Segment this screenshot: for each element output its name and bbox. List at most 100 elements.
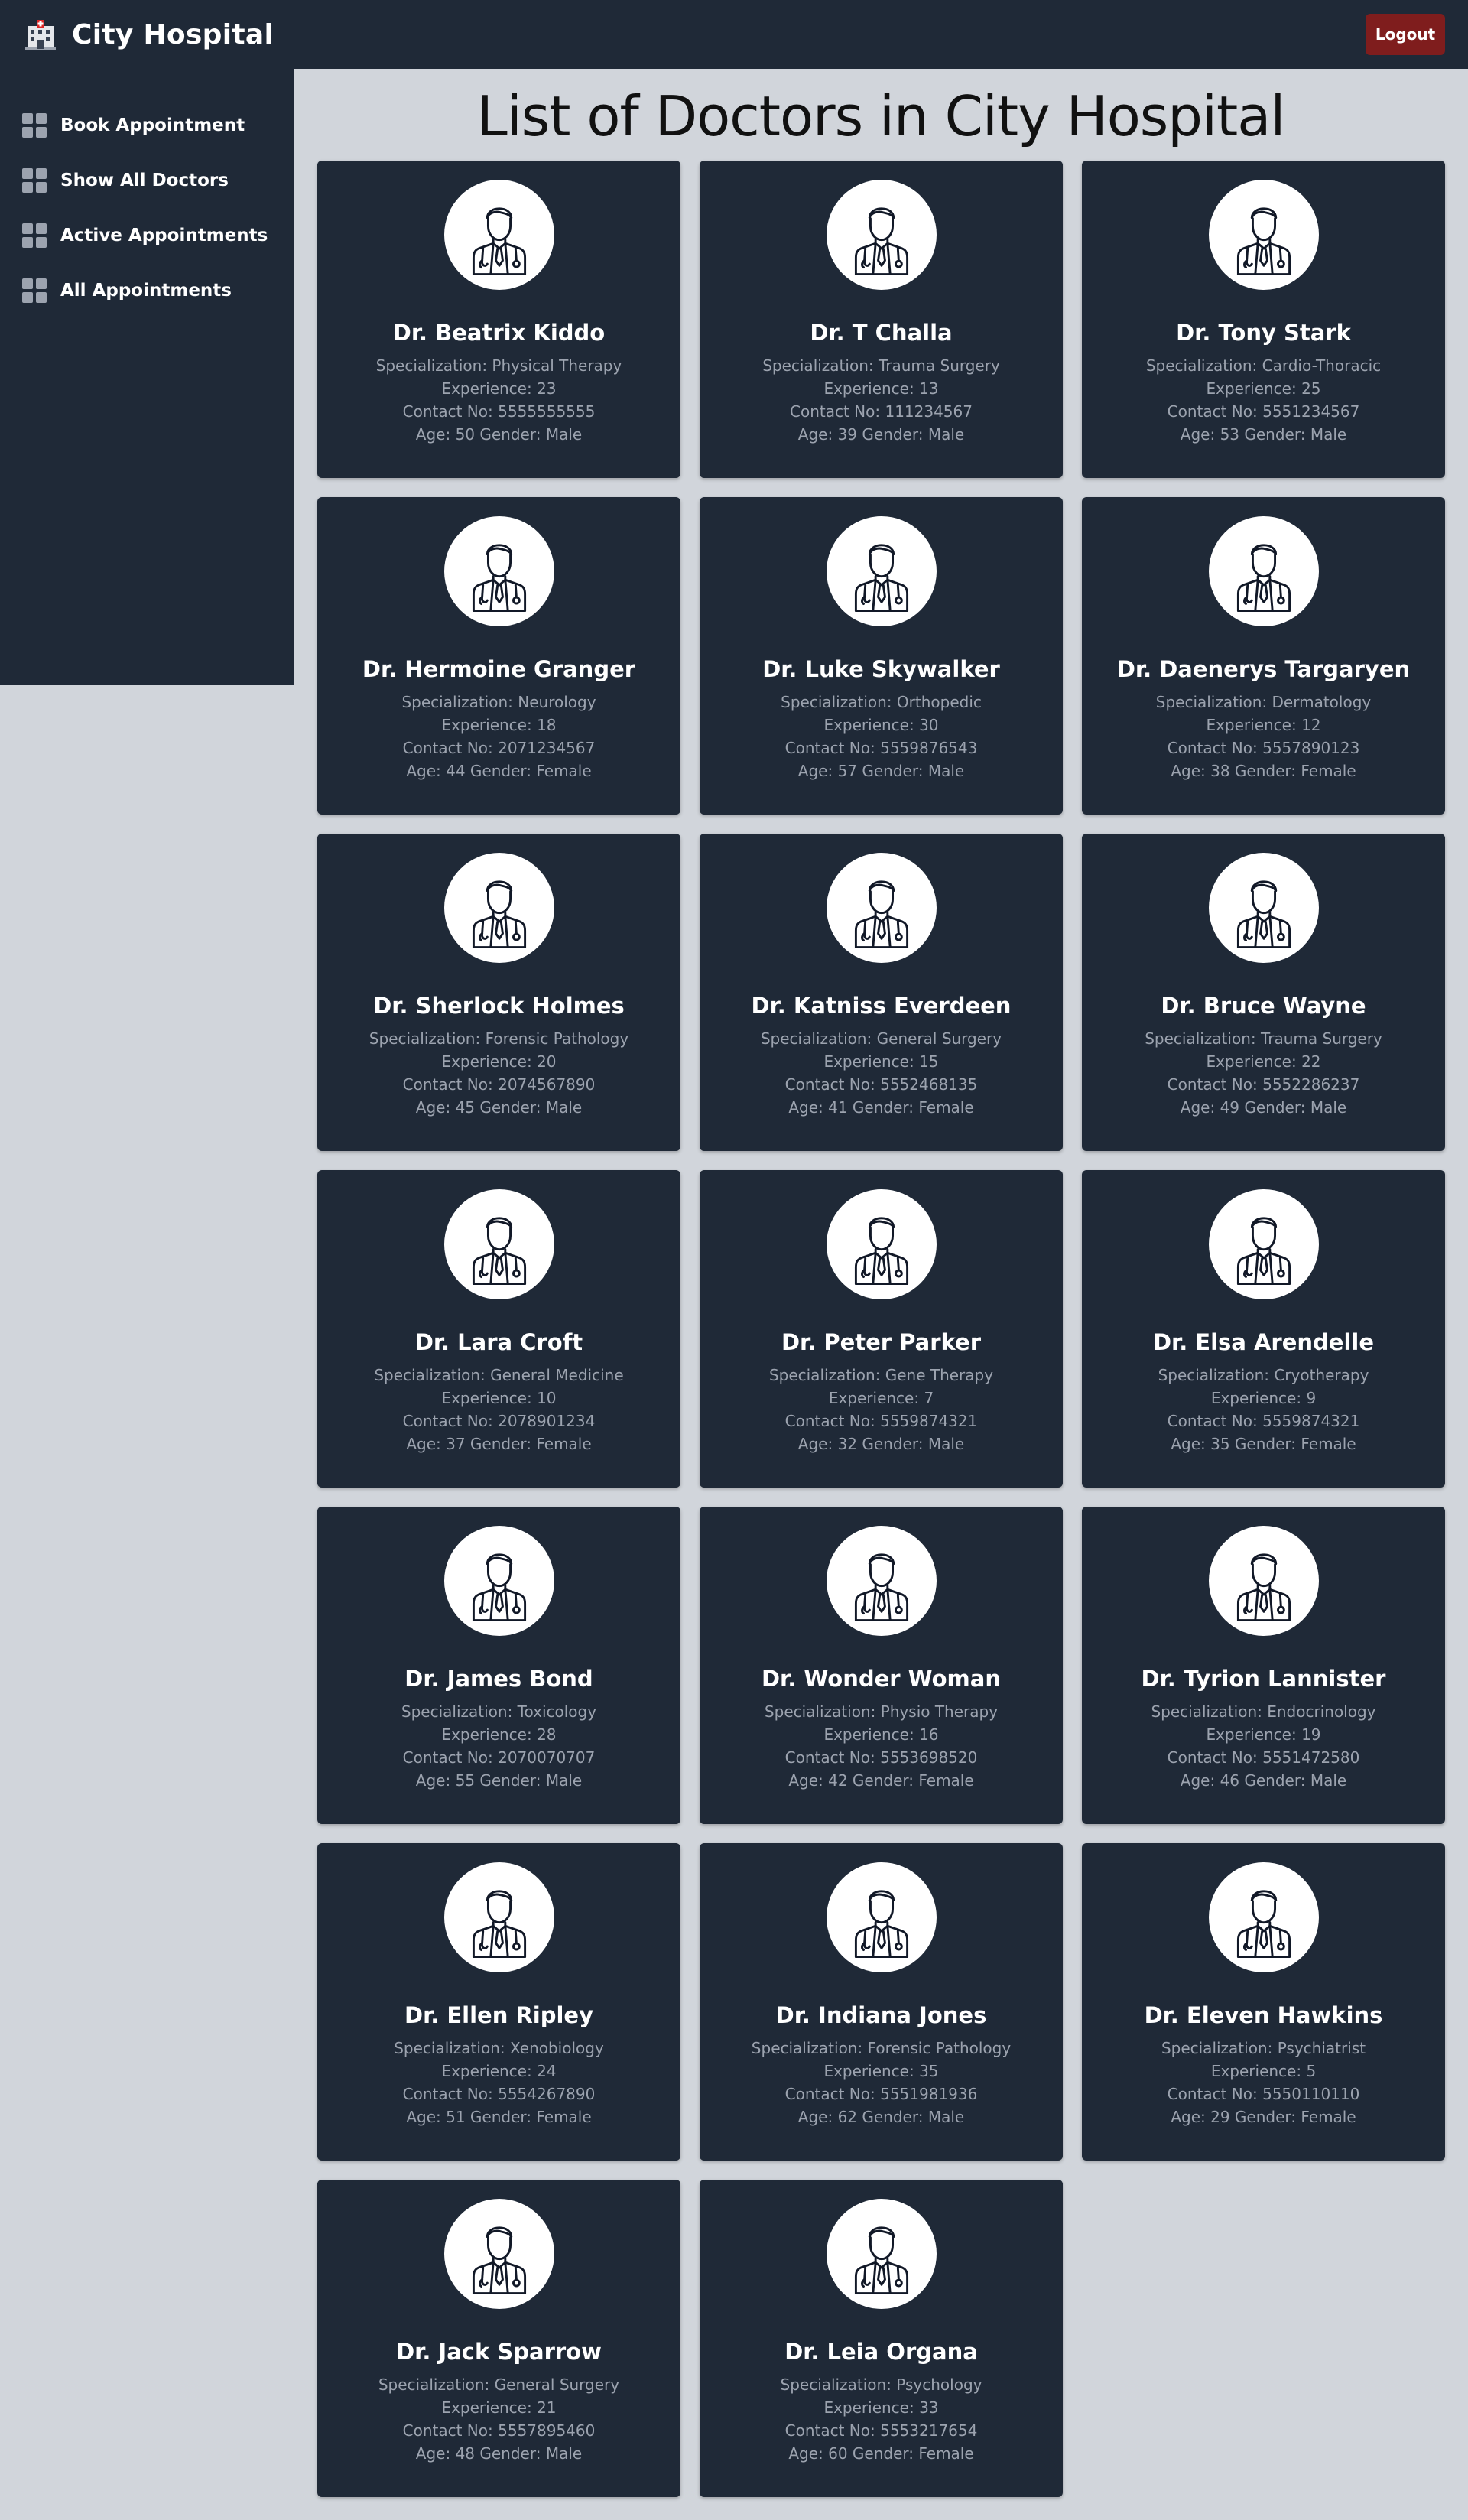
doctor-experience: Experience: 7	[828, 1389, 934, 1407]
doctor-age-gender: Age: 50 Gender: Male	[415, 425, 583, 444]
doctor-name: Dr. T Challa	[810, 320, 953, 346]
doctor-experience: Experience: 30	[823, 716, 939, 734]
doctor-avatar	[443, 516, 554, 626]
doctor-experience: Experience: 20	[441, 1052, 557, 1071]
doctor-card[interactable]: Dr. Elsa Arendelle Specialization: Cryot…	[1082, 1170, 1445, 1488]
doctor-specialization: Specialization: General Medicine	[374, 1366, 624, 1384]
doctor-card[interactable]: Dr. Eleven Hawkins Specialization: Psych…	[1082, 1843, 1445, 2161]
doctor-age-gender: Age: 32 Gender: Male	[797, 1435, 965, 1453]
doctor-contact: Contact No: 5553217654	[784, 2421, 978, 2440]
doctor-contact: Contact No: 2078901234	[402, 1412, 596, 1430]
doctor-avatar	[826, 2199, 937, 2309]
logout-button[interactable]: Logout	[1366, 14, 1445, 55]
doctor-name: Dr. Wonder Woman	[761, 1666, 1001, 1692]
doctor-age-gender: Age: 57 Gender: Male	[797, 762, 965, 780]
sidebar: Book Appointment Show All Doctors Active…	[0, 69, 294, 685]
doctor-experience: Experience: 24	[441, 2062, 557, 2080]
doctor-contact: Contact No: 2074567890	[402, 1075, 596, 1094]
doctor-contact: Contact No: 2071234567	[402, 739, 596, 757]
doctor-card[interactable]: Dr. Katniss Everdeen Specialization: Gen…	[700, 834, 1063, 1151]
doctor-card[interactable]: Dr. Leia Organa Specialization: Psycholo…	[700, 2180, 1063, 2497]
doctor-experience: Experience: 28	[441, 1725, 557, 1744]
doctor-icon	[1236, 880, 1291, 948]
sidebar-item-show-all-doctors[interactable]: Show All Doctors	[0, 153, 294, 208]
sidebar-item-book-appointment[interactable]: Book Appointment	[0, 98, 294, 153]
doctor-age-gender: Age: 44 Gender: Female	[406, 762, 592, 780]
doctor-avatar	[826, 516, 937, 626]
doctor-specialization: Specialization: Cryotherapy	[1158, 1366, 1369, 1384]
doctor-avatar	[1208, 180, 1319, 290]
doctor-card[interactable]: Dr. Beatrix Kiddo Specialization: Physic…	[317, 161, 680, 478]
doctor-contact: Contact No: 5553698520	[784, 1748, 978, 1767]
doctor-avatar	[826, 853, 937, 963]
doctor-name: Dr. Luke Skywalker	[762, 656, 1000, 682]
doctor-icon	[854, 1553, 908, 1621]
doctor-card[interactable]: Dr. Luke Skywalker Specialization: Ortho…	[700, 497, 1063, 815]
doctor-card[interactable]: Dr. Peter Parker Specialization: Gene Th…	[700, 1170, 1063, 1488]
doctor-icon	[854, 880, 908, 948]
doctor-card[interactable]: Dr. Daenerys Targaryen Specialization: D…	[1082, 497, 1445, 815]
doctor-card[interactable]: Dr. Jack Sparrow Specialization: General…	[317, 2180, 680, 2497]
doctor-experience: Experience: 22	[1206, 1052, 1321, 1071]
doctor-name: Dr. Elsa Arendelle	[1152, 1329, 1375, 1355]
doctor-age-gender: Age: 60 Gender: Female	[788, 2444, 974, 2463]
sidebar-item-all-appointments[interactable]: All Appointments	[0, 263, 294, 318]
doctor-avatar	[443, 2199, 554, 2309]
doctor-age-gender: Age: 62 Gender: Male	[797, 2108, 965, 2126]
doctor-card[interactable]: Dr. T Challa Specialization: Trauma Surg…	[700, 161, 1063, 478]
doctor-name: Dr. Tyrion Lannister	[1141, 1666, 1386, 1692]
doctor-contact: Contact No: 5552286237	[1167, 1075, 1360, 1094]
doctor-icon	[472, 207, 526, 275]
doctor-age-gender: Age: 55 Gender: Male	[415, 1771, 583, 1790]
doctor-age-gender: Age: 49 Gender: Male	[1180, 1098, 1347, 1117]
doctor-card[interactable]: Dr. Hermoine Granger Specialization: Neu…	[317, 497, 680, 815]
doctor-icon	[1236, 1217, 1291, 1285]
doctor-avatar	[443, 1189, 554, 1299]
doctor-specialization: Specialization: Trauma Surgery	[1145, 1029, 1382, 1048]
sidebar-item-label: Show All Doctors	[60, 171, 229, 190]
doctor-card[interactable]: Dr. Ellen Ripley Specialization: Xenobio…	[317, 1843, 680, 2161]
doctor-card[interactable]: Dr. Tyrion Lannister Specialization: End…	[1082, 1507, 1445, 1824]
doctor-card[interactable]: Dr. Sherlock Holmes Specialization: Fore…	[317, 834, 680, 1151]
doctor-card[interactable]: Dr. Lara Croft Specialization: General M…	[317, 1170, 680, 1488]
doctor-card-grid: Dr. Beatrix Kiddo Specialization: Physic…	[317, 161, 1445, 2497]
doctor-contact: Contact No: 5557890123	[1167, 739, 1360, 757]
doctor-avatar	[826, 1862, 937, 1972]
sidebar-item-label: All Appointments	[60, 281, 232, 301]
doctor-age-gender: Age: 46 Gender: Male	[1180, 1771, 1347, 1790]
doctor-card[interactable]: Dr. Tony Stark Specialization: Cardio-Th…	[1082, 161, 1445, 478]
sidebar-item-active-appointments[interactable]: Active Appointments	[0, 208, 294, 263]
doctor-name: Dr. Tony Stark	[1176, 320, 1351, 346]
sidebar-item-label: Book Appointment	[60, 115, 245, 135]
doctor-contact: Contact No: 2070070707	[402, 1748, 596, 1767]
doctor-icon	[472, 1890, 526, 1958]
doctor-contact: Contact No: 5550110110	[1167, 2085, 1360, 2103]
doctor-specialization: Specialization: Xenobiology	[394, 2039, 604, 2057]
doctor-name: Dr. Peter Parker	[781, 1329, 982, 1355]
doctor-card[interactable]: Dr. Indiana Jones Specialization: Forens…	[700, 1843, 1063, 2161]
doctor-icon	[1236, 1553, 1291, 1621]
doctor-age-gender: Age: 48 Gender: Male	[415, 2444, 583, 2463]
doctor-specialization: Specialization: Cardio-Thoracic	[1145, 356, 1382, 375]
doctor-card[interactable]: Dr. Wonder Woman Specialization: Physio …	[700, 1507, 1063, 1824]
doctor-contact: Contact No: 5557895460	[402, 2421, 596, 2440]
doctor-icon	[854, 1217, 908, 1285]
doctor-contact: Contact No: 5559874321	[1167, 1412, 1360, 1430]
brand[interactable]: City Hospital	[23, 17, 274, 52]
doctor-contact: Contact No: 5559874321	[784, 1412, 978, 1430]
doctor-card[interactable]: Dr. Bruce Wayne Specialization: Trauma S…	[1082, 834, 1445, 1151]
doctor-specialization: Specialization: General Surgery	[760, 1029, 1002, 1048]
doctor-experience: Experience: 25	[1206, 379, 1321, 398]
doctor-name: Dr. Indiana Jones	[775, 2002, 987, 2028]
doctor-contact: Contact No: 5559876543	[784, 739, 978, 757]
doctor-icon	[854, 207, 908, 275]
doctor-specialization: Specialization: Neurology	[401, 693, 596, 711]
doctor-icon	[472, 2226, 526, 2294]
doctor-age-gender: Age: 41 Gender: Female	[788, 1098, 974, 1117]
doctor-contact: Contact No: 5552468135	[784, 1075, 978, 1094]
doctor-age-gender: Age: 29 Gender: Female	[1171, 2108, 1356, 2126]
doctor-specialization: Specialization: Toxicology	[401, 1702, 597, 1721]
doctor-card[interactable]: Dr. James Bond Specialization: Toxicolog…	[317, 1507, 680, 1824]
doctor-experience: Experience: 10	[441, 1389, 557, 1407]
doctor-name: Dr. Jack Sparrow	[396, 2339, 602, 2365]
